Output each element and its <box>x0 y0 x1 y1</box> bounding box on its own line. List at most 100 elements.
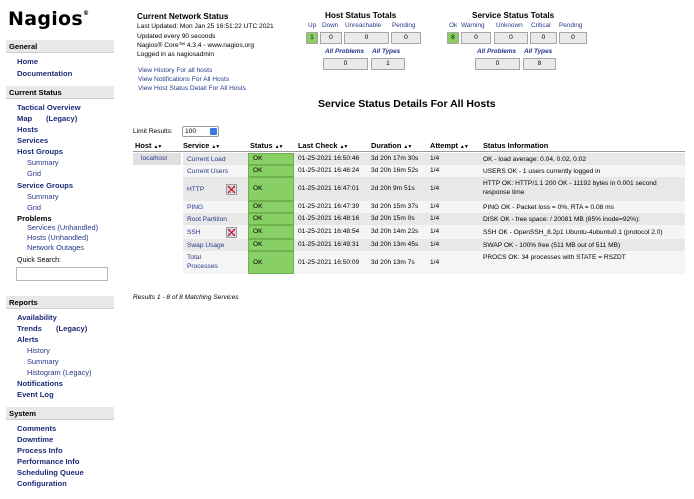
status-ok-badge: OK <box>248 239 294 251</box>
svc-count-critical[interactable]: 0 <box>530 32 557 44</box>
nav-alerts-histogram[interactable]: Histogram (Legacy) <box>27 368 91 377</box>
svc-count-unknown[interactable]: 0 <box>494 32 528 44</box>
attempt-cell: 1/4 <box>430 228 440 235</box>
nav-alerts-history[interactable]: History <box>27 346 50 355</box>
host-count-all-types[interactable]: 1 <box>371 58 405 70</box>
host-count-unreachable[interactable]: 0 <box>344 32 389 44</box>
nav-service-groups-grid[interactable]: Grid <box>27 203 41 212</box>
sort-arrows-icon[interactable]: ▲▼ <box>275 144 284 150</box>
col-header-duration[interactable]: Duration ▲▼ <box>371 141 412 150</box>
svc-count-warning[interactable]: 0 <box>461 32 491 44</box>
attempt-cell: 1/4 <box>430 258 440 266</box>
col-header-attempt[interactable]: Attempt ▲▼ <box>430 141 469 150</box>
nav-map[interactable]: Map <box>17 114 32 123</box>
sort-arrows-icon[interactable]: ▲▼ <box>153 144 162 150</box>
service-link[interactable]: Current Users <box>187 167 228 176</box>
service-link[interactable]: Total Processes <box>187 253 223 271</box>
nav-trends-legacy[interactable]: (Legacy) <box>56 324 87 333</box>
limit-results-select[interactable]: 100 <box>182 126 219 137</box>
nav-performance-info[interactable]: Performance Info <box>17 457 79 466</box>
nagios-logo[interactable]: Nagios® <box>8 8 89 30</box>
service-link[interactable]: SSH <box>187 228 201 237</box>
nav-host-groups-summary[interactable]: Summary <box>27 158 59 167</box>
host-label-all-problems[interactable]: All Problems <box>325 48 364 55</box>
nav-event-log[interactable]: Event Log <box>17 390 54 399</box>
status-information-cell: OK - load average: 0.04, 0.02, 0.02 <box>483 155 587 163</box>
duration-cell: 3d 20h 17m 30s <box>371 155 419 162</box>
nav-trends[interactable]: Trends <box>17 324 42 333</box>
sort-arrows-icon[interactable]: ▲▼ <box>339 144 348 150</box>
host-label-down[interactable]: Down <box>322 22 338 29</box>
last-check-cell: 01-25-2021 16:48:54 <box>298 228 360 235</box>
nav-availability[interactable]: Availability <box>17 313 57 322</box>
col-header-status[interactable]: Status ▲▼ <box>250 141 283 150</box>
service-link[interactable]: Current Load <box>187 155 226 164</box>
host-label-all-types[interactable]: All Types <box>372 48 400 55</box>
last-check-cell: 01-25-2021 16:46:24 <box>298 167 360 174</box>
last-check-cell: 01-25-2021 16:48:16 <box>298 215 360 222</box>
service-link[interactable]: Swap Usage <box>187 241 224 250</box>
svc-count-all-types[interactable]: 8 <box>523 58 556 70</box>
host-label-pending[interactable]: Pending <box>392 22 415 29</box>
nav-services-unhandled[interactable]: Services (Unhandled) <box>27 223 98 232</box>
host-label-up[interactable]: Up <box>308 22 316 29</box>
nav-host-groups-grid[interactable]: Grid <box>27 169 41 178</box>
service-link[interactable]: HTTP <box>187 185 204 194</box>
col-header-service[interactable]: Service ▲▼ <box>183 141 220 150</box>
limit-results-value: 100 <box>185 128 197 135</box>
nav-service-groups-summary[interactable]: Summary <box>27 192 59 201</box>
nav-alerts[interactable]: Alerts <box>17 335 39 344</box>
nav-scheduling-queue[interactable]: Scheduling Queue <box>17 468 84 477</box>
host-link-localhost[interactable]: localhost <box>133 153 181 165</box>
host-count-up[interactable]: 1 <box>306 32 318 44</box>
nav-services[interactable]: Services <box>17 136 48 145</box>
svc-label-ok[interactable]: Ok <box>449 22 457 29</box>
svc-label-pending[interactable]: Pending <box>559 22 582 29</box>
nav-comments[interactable]: Comments <box>17 424 56 433</box>
svc-label-critical[interactable]: Critical <box>531 22 551 29</box>
sort-arrows-icon[interactable]: ▲▼ <box>403 144 412 150</box>
host-label-unreachable[interactable]: Unreachable <box>345 22 381 29</box>
notifications-disabled-icon[interactable] <box>226 183 237 195</box>
link-view-history[interactable]: View History For all hosts <box>138 66 246 75</box>
host-count-down[interactable]: 0 <box>320 32 342 44</box>
nav-network-outages[interactable]: Network Outages <box>27 243 84 252</box>
nav-host-groups[interactable]: Host Groups <box>17 147 63 156</box>
nav-configuration[interactable]: Configuration <box>17 479 67 488</box>
nav-home[interactable]: Home <box>17 57 38 66</box>
quick-search-input[interactable] <box>16 267 108 281</box>
host-count-pending[interactable]: 0 <box>391 32 421 44</box>
service-link[interactable]: PING <box>187 203 203 212</box>
svc-label-all-problems[interactable]: All Problems <box>477 48 516 55</box>
service-link[interactable]: Root Partition <box>187 215 227 224</box>
svc-count-all-problems[interactable]: 0 <box>475 58 520 70</box>
update-frequency: Updated every 90 seconds <box>137 32 216 40</box>
nav-hosts[interactable]: Hosts <box>17 125 38 134</box>
page-title: Service Status Details For All Hosts <box>318 98 496 110</box>
nav-notifications[interactable]: Notifications <box>17 379 63 388</box>
host-count-all-problems[interactable]: 0 <box>323 58 368 70</box>
nav-alerts-summary[interactable]: Summary <box>27 357 59 366</box>
svc-count-ok[interactable]: 8 <box>447 32 459 44</box>
nav-documentation[interactable]: Documentation <box>17 69 72 78</box>
col-header-last-check[interactable]: Last Check ▲▼ <box>298 141 348 150</box>
col-header-host[interactable]: Host ▲▼ <box>135 141 162 150</box>
notifications-disabled-icon[interactable] <box>226 226 237 238</box>
link-view-host-status[interactable]: View Host Status Detail For All Hosts <box>138 84 246 93</box>
nav-map-legacy[interactable]: (Legacy) <box>46 114 77 123</box>
attempt-cell: 1/4 <box>430 185 440 192</box>
svc-label-unknown[interactable]: Unknown <box>496 22 523 29</box>
nav-downtime[interactable]: Downtime <box>17 435 53 444</box>
svc-count-pending[interactable]: 0 <box>559 32 587 44</box>
svc-label-all-types[interactable]: All Types <box>524 48 552 55</box>
nav-service-groups[interactable]: Service Groups <box>17 181 73 190</box>
svc-label-warning[interactable]: Warning <box>461 22 485 29</box>
sort-arrows-icon[interactable]: ▲▼ <box>211 144 220 150</box>
nav-hosts-unhandled[interactable]: Hosts (Unhandled) <box>27 233 89 242</box>
status-ok-badge: OK <box>248 177 294 201</box>
sort-arrows-icon[interactable]: ▲▼ <box>460 144 469 150</box>
nav-tactical-overview[interactable]: Tactical Overview <box>17 103 81 112</box>
status-information-cell: PROCS OK: 34 processes with STATE = RSZD… <box>483 254 626 261</box>
nav-process-info[interactable]: Process Info <box>17 446 63 455</box>
link-view-notifications[interactable]: View Notifications For All Hosts <box>138 75 246 84</box>
